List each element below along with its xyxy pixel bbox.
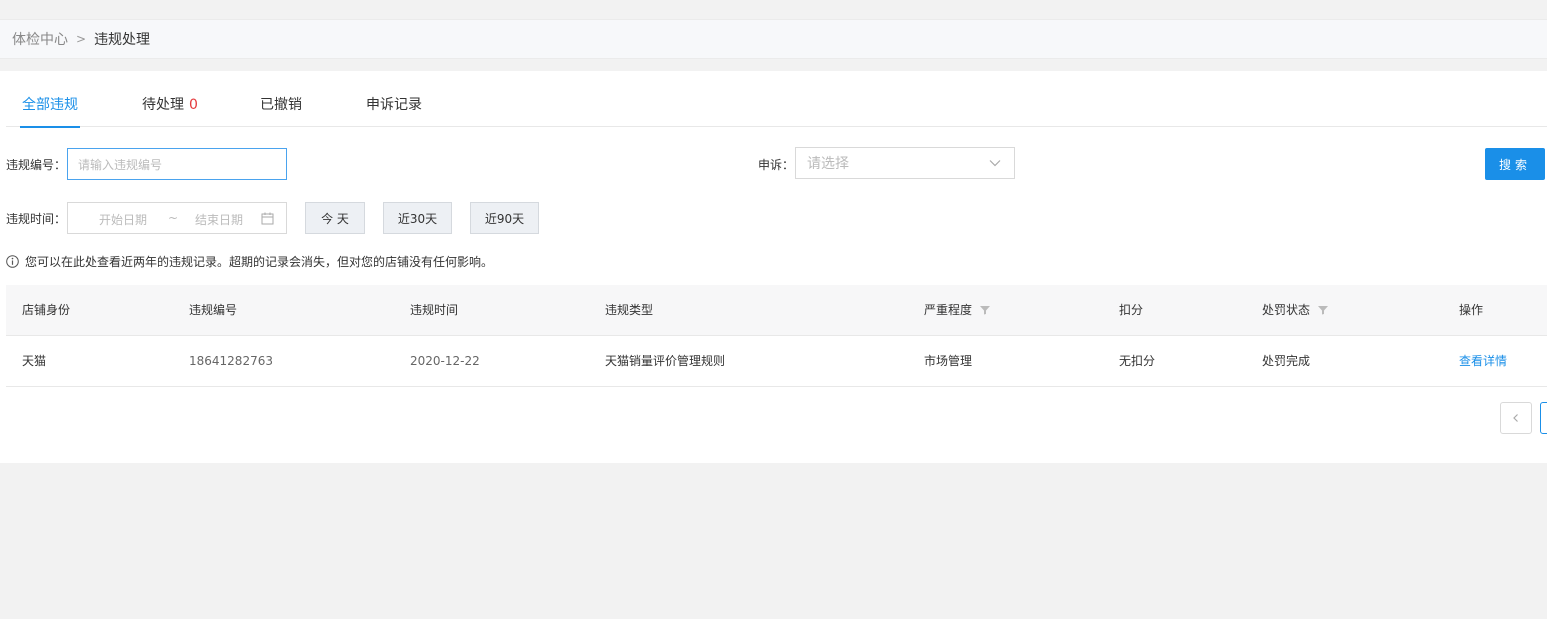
quick-90days-button[interactable]: 近90天 (470, 202, 539, 234)
tab-appeal-records[interactable]: 申诉记录 (366, 71, 422, 127)
cell-violation-no: 18641282763 (189, 354, 273, 368)
quick-30days-button[interactable]: 近30天 (383, 202, 452, 234)
tab-label: 申诉记录 (366, 97, 422, 113)
appeal-select[interactable]: 请选择 (795, 147, 1015, 179)
info-icon (6, 255, 19, 268)
header-shop-identity: 店铺身份 (22, 303, 71, 317)
date-range-picker[interactable]: 开始日期 ~ 结束日期 (67, 202, 287, 234)
cell-penalty-status: 处罚完成 (1262, 354, 1311, 368)
violation-no-placeholder: 请输入违规编号 (78, 157, 163, 172)
cell-violation-time: 2020-12-22 (410, 354, 480, 368)
notice-text: 您可以在此处查看近两年的违规记录。超期的记录会消失，但对您的店铺没有任何影响。 (25, 255, 494, 269)
pending-count-badge: 0 (189, 97, 198, 113)
end-date-placeholder: 结束日期 (195, 213, 244, 227)
breadcrumb-parent-link[interactable]: 体检中心 (12, 29, 68, 49)
tab-all-violations[interactable]: 全部违规 (20, 71, 80, 128)
breadcrumb-current: 违规处理 (94, 32, 151, 48)
chevron-left-icon (1513, 414, 1518, 422)
breadcrumb-separator: > (76, 32, 87, 46)
table-row: 天猫 18641282763 2020-12-22 天猫销量评价管理规则 市场管… (6, 336, 1547, 387)
search-button[interactable]: 搜索 (1485, 148, 1545, 180)
header-penalty-status: 处罚状态 (1262, 285, 1329, 335)
view-details-link[interactable]: 查看详情 (1459, 336, 1507, 386)
header-severity-label: 严重程度 (924, 303, 973, 317)
tab-revoked[interactable]: 已撤销 (260, 71, 302, 127)
top-strip (0, 0, 1547, 19)
tab-pending[interactable]: 待处理 0 (142, 71, 198, 127)
retention-notice: 您可以在此处查看近两年的违规记录。超期的记录会消失，但对您的店铺没有任何影响。 (6, 253, 493, 270)
appeal-label: 申诉： (758, 158, 795, 172)
calendar-icon (261, 212, 274, 225)
start-date-placeholder: 开始日期 (99, 213, 148, 227)
filter-icon[interactable] (980, 305, 991, 315)
tab-label: 待处理 (142, 97, 184, 113)
main-panel: 全部违规 待处理 0 已撤销 申诉记录 违规编号： 请输入违规编号 申诉： 请选择… (0, 71, 1547, 463)
appeal-placeholder: 请选择 (807, 156, 849, 172)
header-severity: 严重程度 (924, 285, 991, 335)
header-violation-type: 违规类型 (605, 303, 654, 317)
header-violation-time: 违规时间 (410, 303, 459, 317)
cell-deduction: 无扣分 (1119, 354, 1156, 368)
violation-no-label: 违规编号： (6, 158, 67, 172)
quick-today-button[interactable]: 今 天 (305, 202, 365, 234)
cell-shop-identity: 天猫 (22, 354, 47, 368)
pagination-prev-button[interactable] (1500, 402, 1532, 434)
header-action: 操作 (1459, 303, 1484, 317)
header-deduction: 扣分 (1119, 303, 1144, 317)
tab-label: 全部违规 (22, 97, 78, 113)
violations-table: 店铺身份 违规编号 违规时间 违规类型 严重程度 扣分 处罚状态 操作 天猫 1… (6, 285, 1547, 387)
tab-bar: 全部违规 待处理 0 已撤销 申诉记录 (6, 71, 1547, 128)
header-violation-no: 违规编号 (189, 303, 238, 317)
chevron-down-icon (989, 160, 1001, 167)
pagination-current-page[interactable] (1540, 402, 1547, 434)
filter-icon[interactable] (1318, 305, 1329, 315)
header-penalty-status-label: 处罚状态 (1262, 303, 1311, 317)
violation-time-label: 违规时间： (6, 212, 67, 226)
table-header: 店铺身份 违规编号 违规时间 违规类型 严重程度 扣分 处罚状态 操作 (6, 285, 1547, 336)
range-separator: ~ (168, 211, 179, 225)
cell-violation-type: 天猫销量评价管理规则 (605, 354, 726, 368)
tab-label: 已撤销 (260, 97, 302, 113)
violation-no-input[interactable]: 请输入违规编号 (67, 148, 287, 180)
breadcrumb: 体检中心 > 违规处理 (0, 19, 1547, 59)
cell-severity: 市场管理 (924, 354, 973, 368)
